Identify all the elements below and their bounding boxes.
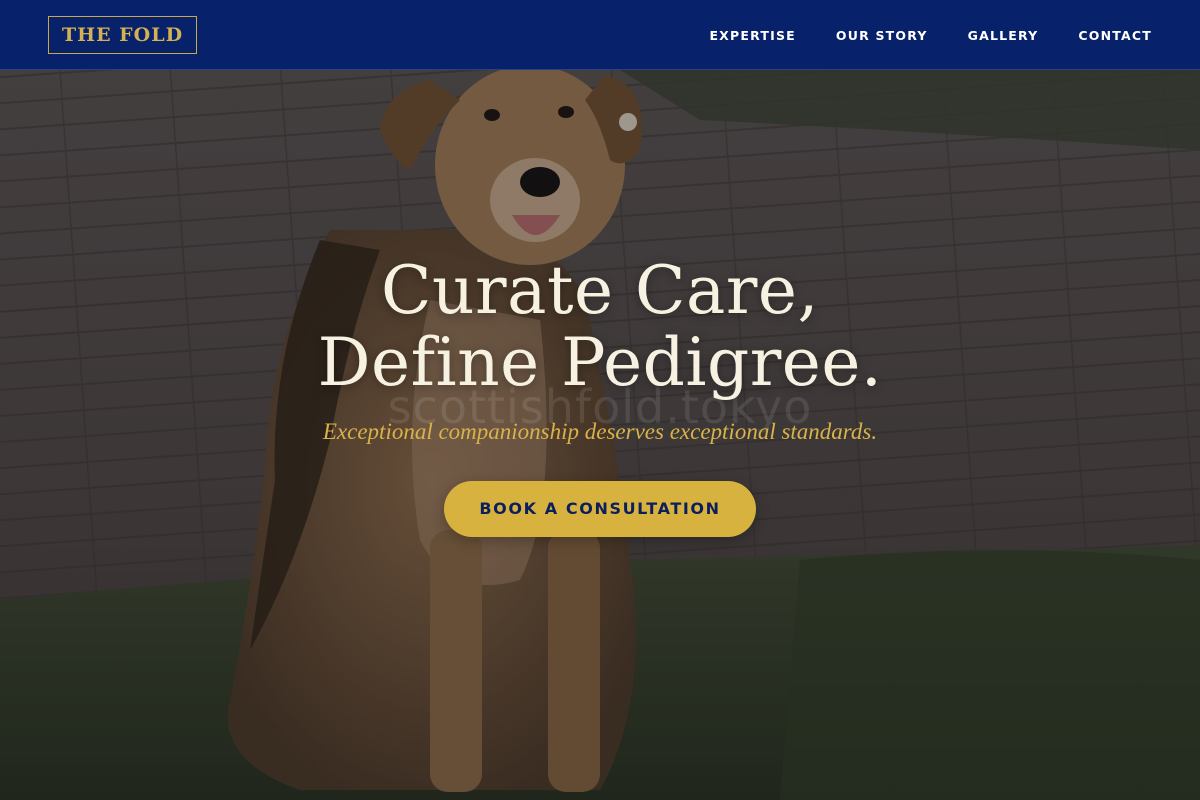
nav-link-expertise[interactable]: EXPERTISE [709,28,795,43]
headline-line-2: Define Pedigree. [317,324,883,401]
hero-headline: Curate Care, Define Pedigree. [0,255,1200,399]
main-nav: EXPERTISE OUR STORY GALLERY CONTACT [669,0,1152,70]
headline-line-1: Curate Care, [381,252,819,329]
brand-logo[interactable]: THE FOLD [48,16,198,54]
book-consultation-button[interactable]: BOOK A CONSULTATION [444,481,756,537]
nav-link-contact[interactable]: CONTACT [1078,28,1152,43]
hero-tagline: Exceptional companionship deserves excep… [322,419,878,444]
nav-link-our-story[interactable]: OUR STORY [836,28,928,43]
site-header: THE FOLD EXPERTISE OUR STORY GALLERY CON… [0,0,1200,70]
hero-content: Curate Care, Define Pedigree. Exceptiona… [0,255,1200,537]
nav-link-gallery[interactable]: GALLERY [968,28,1039,43]
